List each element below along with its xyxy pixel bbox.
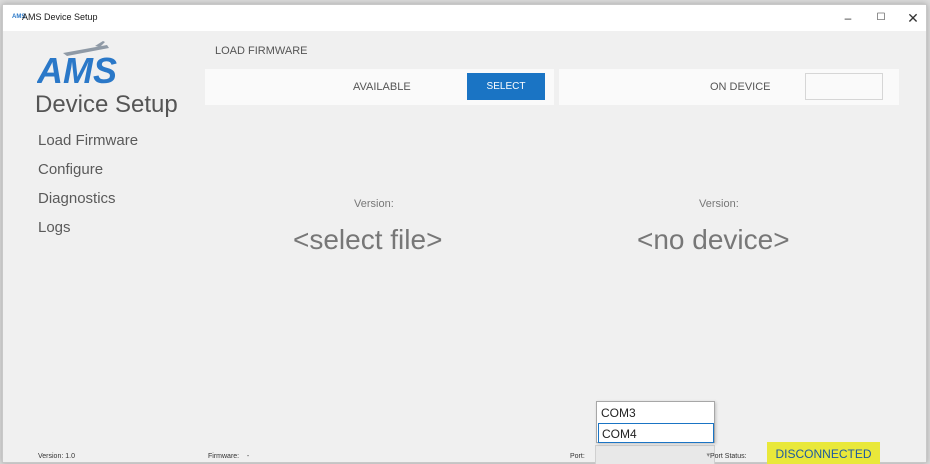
- svg-text:AMS: AMS: [37, 50, 117, 87]
- firmware-header-bar: AVAILABLE SELECT ON DEVICE: [205, 69, 899, 105]
- sidebar-item-logs[interactable]: Logs: [38, 219, 71, 236]
- available-version-label: Version:: [354, 198, 394, 210]
- port-option-com3[interactable]: COM3: [598, 403, 714, 423]
- firmware-label: Firmware:: [208, 453, 240, 460]
- page-title: LOAD FIRMWARE: [215, 45, 308, 57]
- available-label: AVAILABLE: [353, 81, 411, 93]
- minimize-button[interactable]: –: [837, 8, 859, 28]
- device-version-value: <no device>: [637, 224, 790, 255]
- logo-subtitle: Device Setup: [35, 91, 178, 118]
- port-dropdown-list: COM3 COM4: [596, 401, 715, 443]
- window-title: AMS Device Setup: [22, 12, 98, 22]
- select-file-button[interactable]: SELECT: [467, 73, 545, 100]
- header-divider: [554, 69, 559, 105]
- port-option-com4[interactable]: COM4: [598, 423, 714, 443]
- port-status-label: Port Status:: [710, 453, 747, 460]
- on-device-action-button[interactable]: [805, 73, 883, 100]
- ams-logo: AMS: [37, 39, 157, 89]
- firmware-status: Firmware: -: [208, 453, 249, 460]
- sidebar-item-configure[interactable]: Configure: [38, 161, 103, 178]
- on-device-label: ON DEVICE: [710, 81, 771, 93]
- maximize-button[interactable]: ☐: [870, 8, 892, 28]
- app-window: AMS AMS Device Setup – ☐ ✕ AMS Device Se…: [2, 4, 927, 464]
- sidebar-item-diagnostics[interactable]: Diagnostics: [38, 190, 116, 207]
- title-bar: AMS AMS Device Setup – ☐ ✕: [3, 5, 926, 31]
- port-label: Port:: [570, 453, 585, 460]
- port-select[interactable]: ▾: [595, 445, 715, 464]
- firmware-value: -: [246, 453, 250, 460]
- app-version: Version: 1.0: [38, 453, 75, 460]
- available-version-value: <select file>: [293, 224, 443, 255]
- close-button[interactable]: ✕: [902, 8, 924, 28]
- ams-logo-mark: AMS: [37, 41, 117, 87]
- device-version-label: Version:: [699, 198, 739, 210]
- port-status-badge: DISCONNECTED: [767, 442, 880, 464]
- sidebar-item-load-firmware[interactable]: Load Firmware: [38, 132, 138, 149]
